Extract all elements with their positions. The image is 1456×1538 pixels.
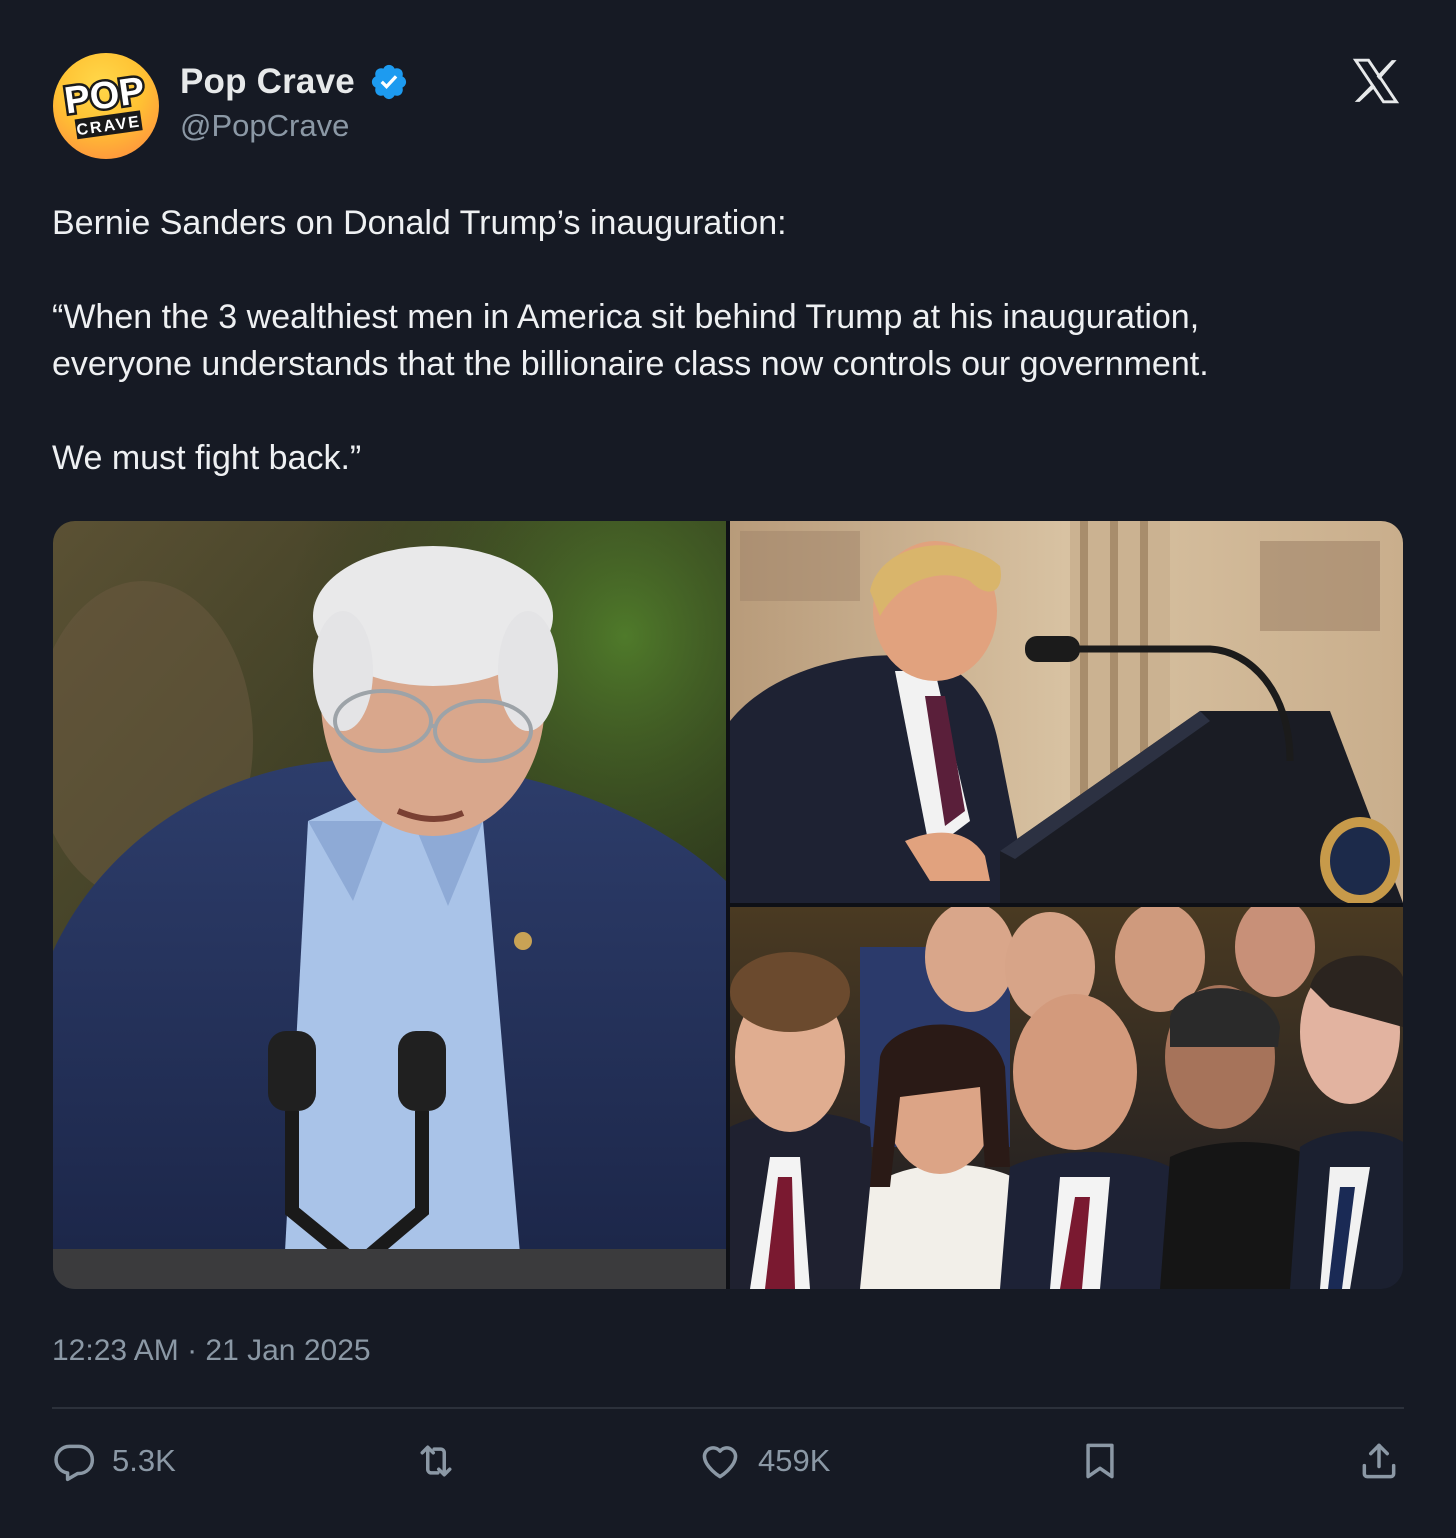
- retweet-button[interactable]: [414, 1436, 458, 1486]
- share-button[interactable]: [1357, 1436, 1401, 1486]
- author-name-row: Pop Crave: [180, 62, 409, 102]
- photo-audience-group[interactable]: [730, 907, 1403, 1289]
- avatar[interactable]: POP CRAVE: [53, 53, 159, 159]
- heart-icon: [698, 1439, 742, 1483]
- reply-count: 5.3K: [112, 1443, 176, 1478]
- reply-icon: [52, 1439, 96, 1483]
- retweet-icon: [414, 1439, 458, 1483]
- x-logo-icon[interactable]: [1350, 56, 1402, 106]
- tweet-timestamp[interactable]: 12:23 AM · 21 Jan 2025: [52, 1334, 371, 1368]
- divider: [52, 1407, 1404, 1409]
- photo-speaker-podium[interactable]: [730, 521, 1403, 903]
- tweet-paragraph-2: “When the 3 wealthiest men in America si…: [52, 298, 1209, 383]
- tweet-paragraph-3: We must fight back.”: [52, 439, 362, 477]
- tweet-text: Bernie Sanders on Donald Trump’s inaugur…: [52, 200, 1412, 482]
- like-count: 459K: [758, 1443, 831, 1478]
- bookmark-icon: [1078, 1439, 1122, 1483]
- pop-crave-logo-icon: POP CRAVE: [59, 67, 150, 140]
- bookmark-button[interactable]: [1078, 1436, 1122, 1486]
- tweet-paragraph-1: Bernie Sanders on Donald Trump’s inaugur…: [52, 204, 787, 242]
- display-name[interactable]: Pop Crave: [180, 62, 355, 102]
- photo-speaker-outdoors[interactable]: [53, 521, 726, 1289]
- media-grid: [53, 521, 1403, 1289]
- verified-badge-icon: [369, 62, 409, 102]
- author-handle[interactable]: @PopCrave: [180, 108, 349, 144]
- like-button[interactable]: 459K: [698, 1436, 830, 1486]
- reply-button[interactable]: 5.3K: [52, 1436, 176, 1486]
- share-icon: [1357, 1439, 1401, 1483]
